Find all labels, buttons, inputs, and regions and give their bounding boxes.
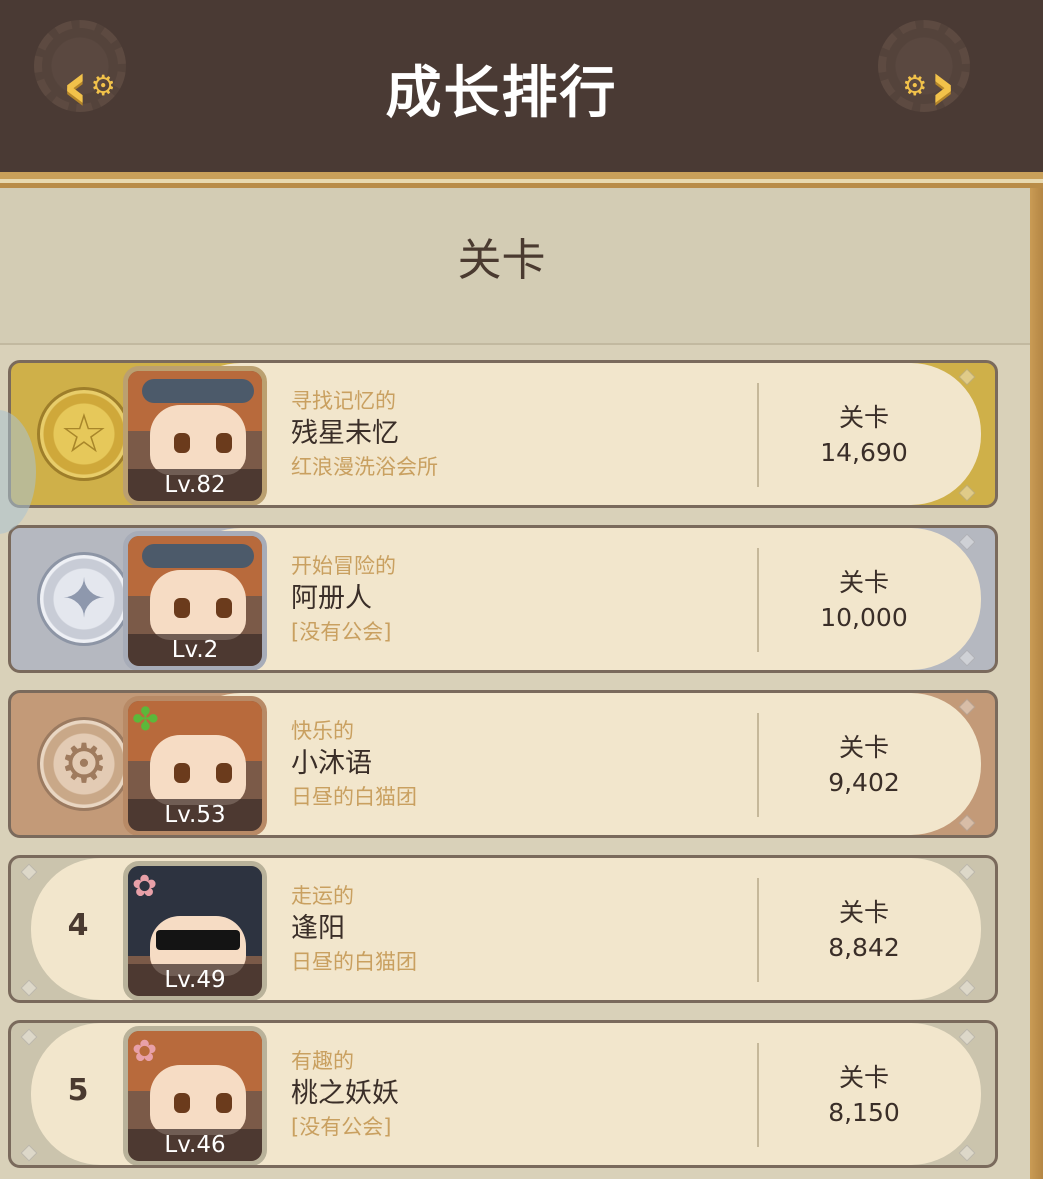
player-epithet: 走运的 bbox=[291, 884, 354, 908]
avatar-eye bbox=[216, 763, 232, 783]
score-value: 8,842 bbox=[828, 933, 900, 962]
bronze-gear-medal-icon: ⚙ bbox=[37, 717, 131, 811]
corner-ornament bbox=[958, 649, 976, 667]
row-divider bbox=[757, 383, 759, 487]
row-divider bbox=[757, 1043, 759, 1147]
player-name: 阿册人 bbox=[291, 583, 372, 614]
score-value: 9,402 bbox=[828, 768, 900, 797]
gold-star-medal-icon: ☆ bbox=[37, 387, 131, 481]
avatar[interactable]: Lv.82 bbox=[123, 366, 267, 505]
score-block: 关卡 8,150 bbox=[771, 1061, 957, 1131]
level-badge: Lv.49 bbox=[128, 964, 262, 996]
avatar[interactable]: ✤ Lv.53 bbox=[123, 696, 267, 835]
section-title: 关卡 bbox=[457, 235, 546, 286]
score-label: 关卡 bbox=[838, 403, 889, 432]
player-info: 走运的 逢阳 日昼的白猫团 bbox=[291, 882, 731, 976]
player-guild: [没有公会] bbox=[291, 1115, 392, 1139]
corner-ornament bbox=[958, 1028, 976, 1046]
corner-ornament bbox=[958, 698, 976, 716]
clover-icon: ✤ bbox=[132, 700, 159, 738]
avatar[interactable]: ✿ Lv.46 bbox=[123, 1026, 267, 1165]
avatar[interactable]: ✿ Lv.49 bbox=[123, 861, 267, 1000]
ranking-row-1[interactable]: ☆ Lv.82 寻找记忆的 残星未忆 红浪漫洗浴会所 关卡 14,690 bbox=[8, 360, 998, 508]
ranking-row-3[interactable]: ⚙ ✤ Lv.53 快乐的 小沐语 日昼的白猫团 关卡 9,402 bbox=[8, 690, 998, 838]
player-name: 残星未忆 bbox=[291, 418, 399, 449]
avatar-goggles bbox=[142, 544, 254, 568]
row-divider bbox=[757, 878, 759, 982]
corner-ornament bbox=[958, 533, 976, 551]
avatar-eye bbox=[174, 433, 190, 453]
rank-number: 4 bbox=[67, 908, 89, 943]
avatar-eye bbox=[174, 763, 190, 783]
corner-ornament bbox=[958, 979, 976, 997]
avatar[interactable]: Lv.2 bbox=[123, 531, 267, 670]
level-badge: Lv.2 bbox=[128, 634, 262, 666]
player-name: 桃之妖妖 bbox=[291, 1078, 399, 1109]
avatar-eye bbox=[174, 1093, 190, 1113]
corner-ornament bbox=[20, 863, 38, 881]
ranking-row-2[interactable]: ✦ Lv.2 开始冒险的 阿册人 [没有公会] 关卡 10,000 bbox=[8, 525, 998, 673]
ranking-row-4[interactable]: 4 ✿ Lv.49 走运的 逢阳 日昼的白猫团 关卡 8,842 bbox=[8, 855, 998, 1003]
row-divider bbox=[757, 548, 759, 652]
score-value: 10,000 bbox=[820, 603, 908, 632]
score-value: 8,150 bbox=[828, 1098, 900, 1127]
score-block: 关卡 14,690 bbox=[771, 401, 957, 471]
score-block: 关卡 9,402 bbox=[771, 731, 957, 801]
player-info: 快乐的 小沐语 日昼的白猫团 bbox=[291, 717, 731, 811]
player-epithet: 有趣的 bbox=[291, 1049, 354, 1073]
player-guild: 红浪漫洗浴会所 bbox=[291, 455, 438, 479]
page-title: 成长排行 bbox=[385, 61, 618, 126]
corner-ornament bbox=[20, 1028, 38, 1046]
player-name: 小沐语 bbox=[291, 748, 372, 779]
corner-ornament bbox=[958, 1144, 976, 1162]
avatar-eye bbox=[216, 1093, 232, 1113]
row-divider bbox=[757, 713, 759, 817]
player-epithet: 开始冒险的 bbox=[291, 554, 396, 578]
sunglasses-icon bbox=[156, 930, 240, 950]
header-border bbox=[0, 172, 1043, 188]
corner-ornament bbox=[20, 979, 38, 997]
panel-right-rail bbox=[1030, 188, 1043, 1179]
corner-ornament bbox=[958, 863, 976, 881]
avatar-eye bbox=[174, 598, 190, 618]
player-guild: 日昼的白猫团 bbox=[291, 785, 417, 809]
corner-ornament bbox=[20, 1144, 38, 1162]
score-label: 关卡 bbox=[838, 898, 889, 927]
corner-ornament bbox=[958, 368, 976, 386]
ranking-row-5[interactable]: 5 ✿ Lv.46 有趣的 桃之妖妖 [没有公会] 关卡 8,150 bbox=[8, 1020, 998, 1168]
player-epithet: 快乐的 bbox=[291, 719, 354, 743]
player-guild: 日昼的白猫团 bbox=[291, 950, 417, 974]
avatar-goggles bbox=[142, 379, 254, 403]
corner-ornament bbox=[958, 814, 976, 832]
bow-icon: ✿ bbox=[132, 869, 158, 904]
player-guild: [没有公会] bbox=[291, 620, 392, 644]
player-name: 逢阳 bbox=[291, 913, 345, 944]
score-label: 关卡 bbox=[838, 568, 889, 597]
score-block: 关卡 10,000 bbox=[771, 566, 957, 636]
level-badge: Lv.53 bbox=[128, 799, 262, 831]
corner-ornament bbox=[958, 484, 976, 502]
player-info: 寻找记忆的 残星未忆 红浪漫洗浴会所 bbox=[291, 387, 731, 481]
score-block: 关卡 8,842 bbox=[771, 896, 957, 966]
bow-icon: ✿ bbox=[132, 1034, 158, 1069]
level-badge: Lv.82 bbox=[128, 469, 262, 501]
player-info: 有趣的 桃之妖妖 [没有公会] bbox=[291, 1047, 731, 1141]
player-info: 开始冒险的 阿册人 [没有公会] bbox=[291, 552, 731, 646]
avatar-eye bbox=[216, 433, 232, 453]
avatar-eye bbox=[216, 598, 232, 618]
score-label: 关卡 bbox=[838, 1063, 889, 1092]
top-header: ‹ ⚙ ⚙ › 成长排行 bbox=[0, 0, 1043, 172]
rank-number: 5 bbox=[67, 1073, 89, 1108]
player-epithet: 寻找记忆的 bbox=[291, 389, 396, 413]
score-value: 14,690 bbox=[820, 438, 908, 467]
silver-compass-medal-icon: ✦ bbox=[37, 552, 131, 646]
level-badge: Lv.46 bbox=[128, 1129, 262, 1161]
score-label: 关卡 bbox=[838, 733, 889, 762]
